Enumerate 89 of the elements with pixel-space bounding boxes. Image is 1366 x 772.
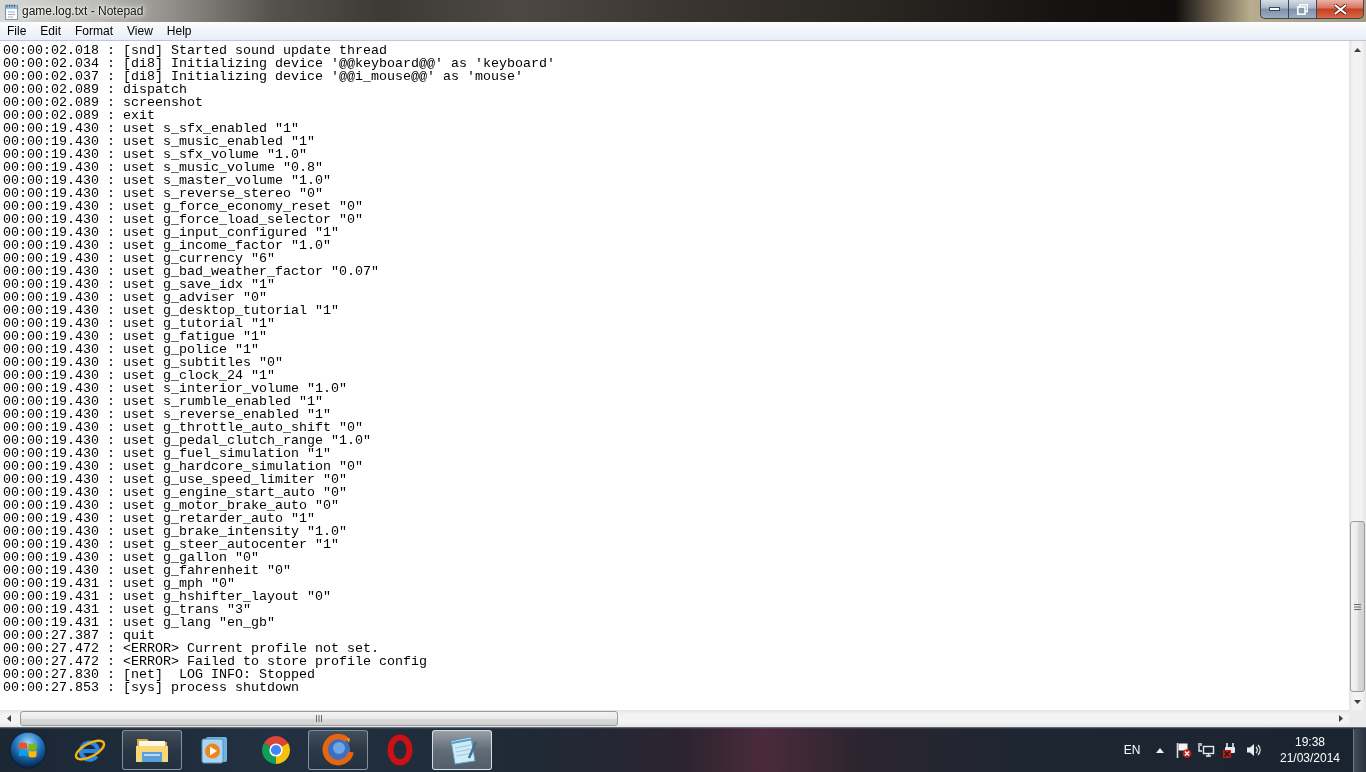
restore-icon: [1297, 3, 1308, 15]
text-line: 00:00:19.430 : uset g_engine_start_auto "0": [3, 486, 347, 499]
down-arrow-icon: [1354, 699, 1361, 704]
media-play-icon: [199, 735, 229, 765]
text-line: 00:00:19.430 : uset s_music_enabled "1": [3, 135, 315, 148]
text-line: 00:00:19.430 : uset g_input_configured "1": [3, 226, 339, 239]
vertical-scrollbar[interactable]: [1349, 41, 1366, 710]
text-line: 00:00:27.830 : [net] LOG INFO: Stopped: [3, 668, 315, 681]
right-arrow-icon: [1338, 715, 1343, 722]
text-line: 00:00:02.037 : [di8] Initializing device '@@i_mouse@@' as 'mouse': [3, 70, 523, 83]
text-line: 00:00:02.089 : screenshot: [3, 96, 203, 109]
text-line: 00:00:19.430 : uset s_master_volume "1.0": [3, 174, 331, 187]
window-title: game.log.txt - Notepad: [22, 4, 144, 18]
clock-date[interactable]: 21/03/2014: [1279, 751, 1341, 765]
scrollbar-corner: [1349, 710, 1366, 727]
text-line: 00:00:19.430 : uset g_save_idx "1": [3, 278, 275, 291]
text-line: 00:00:19.430 : uset s_music_volume "0.8": [3, 161, 323, 174]
grip-icon: [316, 715, 322, 722]
scroll-thumb[interactable]: [1350, 521, 1365, 692]
text-line: 00:00:19.430 : uset g_adviser "0": [3, 291, 267, 304]
plug-error-icon[interactable]: [1221, 742, 1238, 758]
text-line: 00:00:19.430 : uset g_retarder_auto "1": [3, 512, 315, 525]
text-line: 00:00:19.430 : uset s_interior_volume "1.0": [3, 382, 347, 395]
text-line: 00:00:19.430 : uset s_rumble_enabled "1": [3, 395, 323, 408]
text-line: 00:00:19.431 : uset g_lang "en_gb": [3, 616, 275, 629]
text-line: 00:00:19.430 : uset g_fatigue "1": [3, 330, 267, 343]
text-line: 00:00:19.430 : uset s_sfx_enabled "1": [3, 122, 299, 135]
text-line: 00:00:19.430 : uset g_fahrenheit "0": [3, 564, 291, 577]
close-button[interactable]: [1316, 0, 1364, 19]
menu-item[interactable]: File: [0, 23, 34, 39]
text-line: 00:00:19.430 : uset s_reverse_stereo "0": [3, 187, 323, 200]
text-line: 00:00:19.430 : uset g_throttle_auto_shift "0": [3, 421, 363, 434]
text-line: 00:00:02.089 : dispatch: [3, 83, 187, 96]
up-arrow-icon: [1354, 47, 1361, 52]
network-icon[interactable]: [1198, 742, 1215, 758]
caret-up-icon: [1156, 747, 1164, 753]
text-line: 00:00:19.431 : uset g_mph "0": [3, 577, 235, 590]
text-line: 00:00:27.387 : quit: [3, 629, 155, 642]
restore-button[interactable]: [1288, 0, 1316, 19]
text-line: 00:00:19.431 : uset g_trans "3": [3, 603, 251, 616]
text-line: 00:00:27.472 : <ERROR> Current profile not set.: [3, 642, 379, 655]
text-line: 00:00:02.018 : [snd] Started sound update thread: [3, 44, 387, 57]
text-line: 00:00:19.430 : uset g_gallon "0": [3, 551, 259, 564]
text-line: 00:00:19.430 : uset g_brake_intensity "1.0": [3, 525, 347, 538]
text-line: 00:00:19.430 : uset g_force_economy_reset "0": [3, 200, 363, 213]
minimize-icon: [1269, 7, 1280, 11]
taskbar-button[interactable]: [122, 730, 182, 770]
text-line: 00:00:19.430 : uset g_use_speed_limiter "0": [3, 473, 347, 486]
text-line: 00:00:19.430 : uset g_desktop_tutorial "1": [3, 304, 339, 317]
clock-time[interactable]: 19:38: [1295, 735, 1325, 749]
menu-item[interactable]: Format: [68, 23, 121, 39]
close-icon: [1333, 3, 1347, 15]
text-line: 00:00:19.430 : uset g_fuel_simulation "1": [3, 447, 331, 460]
o-ring-icon: [387, 734, 413, 766]
document-icon: [5, 4, 18, 20]
text-line: 00:00:27.472 : <ERROR> Failed to store profile config: [3, 655, 427, 668]
menu-item[interactable]: Edit: [33, 23, 69, 39]
scroll-thumb[interactable]: [20, 711, 618, 726]
text-line: 00:00:27.853 : [sys] process shutdown: [3, 681, 299, 694]
taskbar-button[interactable]: [308, 730, 368, 770]
language-indicator[interactable]: EN: [1123, 743, 1141, 757]
start-orb-icon: [9, 731, 47, 769]
menu-item[interactable]: Help: [159, 23, 199, 39]
fox-globe-icon: [322, 734, 354, 766]
menu-item[interactable]: View: [120, 23, 160, 39]
text-line: 00:00:19.430 : uset g_police "1": [3, 343, 259, 356]
horizontal-scrollbar[interactable]: [0, 710, 1349, 727]
text-line: 00:00:19.430 : uset g_pedal_clutch_range "1.0": [3, 434, 371, 447]
text-line: 00:00:19.430 : uset g_clock_24 "1": [3, 369, 275, 382]
text-line: 00:00:19.430 : uset s_sfx_volume "1.0": [3, 148, 307, 161]
text-line: 00:00:19.430 : uset g_steer_autocenter "1": [3, 538, 339, 551]
text-line: 00:00:19.430 : uset g_hardcore_simulation "0": [3, 460, 363, 473]
text-line: 00:00:02.034 : [di8] Initializing device '@@keyboard@@' as 'keyboard': [3, 57, 555, 70]
text-line: 00:00:19.430 : uset g_bad_weather_factor "0.07": [3, 265, 379, 278]
text-line: 00:00:19.430 : uset g_subtitles "0": [3, 356, 283, 369]
text-line: 00:00:19.430 : uset g_motor_brake_auto "0": [3, 499, 339, 512]
speaker-icon[interactable]: [1246, 742, 1262, 758]
text-line: 00:00:19.430 : uset g_tutorial "1": [3, 317, 275, 330]
left-arrow-icon: [6, 715, 11, 722]
text-line: 00:00:19.430 : uset s_reverse_enabled "1": [3, 408, 331, 421]
text-line: 00:00:19.430 : uset g_income_factor "1.0": [3, 239, 331, 252]
text-line: 00:00:19.431 : uset g_hshifter_layout "0": [3, 590, 331, 603]
grip-icon: [1354, 603, 1361, 610]
text-line: 00:00:19.430 : uset g_force_load_selector "0": [3, 213, 363, 226]
text-line: 00:00:19.430 : uset g_currency "6": [3, 252, 275, 265]
minimize-button[interactable]: [1260, 0, 1288, 19]
tricolor-ball-icon: [261, 735, 291, 765]
text-line: 00:00:02.089 : exit: [3, 109, 155, 122]
flag-error-icon[interactable]: [1175, 742, 1192, 758]
